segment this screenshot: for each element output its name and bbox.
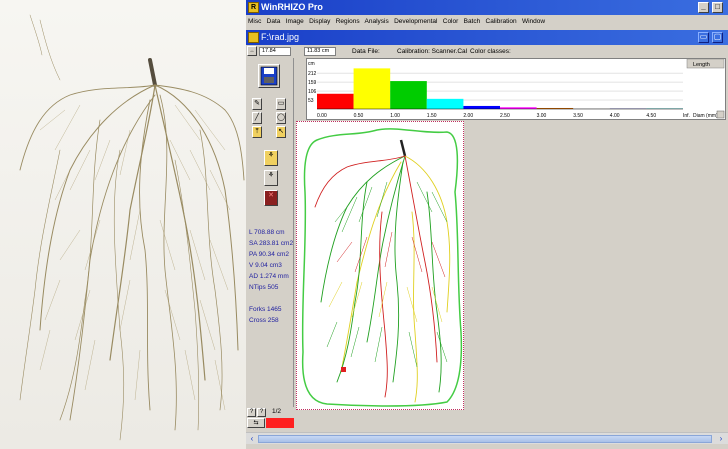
- stat-avg-diameter: AD 1.274 mm: [249, 273, 289, 280]
- histogram-pane: 212 159 106 53 cm 0.00 0.50 1.00 1.50 2.00 2.50 3.0…: [306, 58, 726, 120]
- histogram-chart: 212 159 106 53 cm 0.00 0.50 1.00 1.50 2.00 2.50 3.0…: [308, 58, 725, 119]
- stat-volume: V 9.04 cm3: [249, 262, 282, 269]
- y-tick-label: 106: [308, 89, 317, 95]
- color-swatch[interactable]: [266, 418, 294, 428]
- app-title: WinRHIZO Pro: [261, 2, 323, 12]
- x-tick-label: 4.00: [610, 113, 620, 119]
- document-title: F:\rad.jpg: [261, 32, 300, 42]
- app-window: R WinRHIZO Pro _ □ Misc Data Image Displ…: [246, 0, 728, 449]
- maximize-button[interactable]: □: [712, 2, 723, 13]
- horizontal-scrollbar[interactable]: ‹ ›: [246, 432, 728, 444]
- histogram-bar: [426, 98, 464, 109]
- ruler-icon[interactable]: ↔: [247, 46, 257, 56]
- pager-strip: ? ? 1/2 ⇆: [246, 407, 294, 429]
- save-button[interactable]: [258, 64, 280, 88]
- select-tool-icon[interactable]: ↖: [276, 126, 286, 138]
- histogram-bar: [317, 93, 354, 109]
- menu-data[interactable]: Data: [267, 18, 281, 25]
- x-tick-label: 1.50: [427, 113, 437, 119]
- stat-tips: NTips 505: [249, 284, 279, 291]
- x-tick-label: Diam (mm): [693, 113, 718, 119]
- menu-batch[interactable]: Batch: [464, 18, 481, 25]
- scrollbar-thumb[interactable]: [258, 435, 712, 443]
- stat-forks: Forks 1465: [249, 306, 282, 313]
- y-tick-label: 212: [308, 71, 317, 77]
- x-tick-label: 2.00: [463, 113, 473, 119]
- data-file-label: Data File:: [352, 48, 380, 55]
- y-unit-label: cm: [308, 61, 315, 67]
- root-photo: [0, 0, 246, 449]
- document-titlebar: F:\rad.jpg ▭ ▢: [246, 30, 728, 45]
- x-tick-label: 3.50: [573, 113, 583, 119]
- rect-tool-icon[interactable]: ▭: [276, 98, 286, 110]
- menu-regions[interactable]: Regions: [336, 18, 360, 25]
- document-icon: [248, 32, 259, 43]
- topology-icon[interactable]: ⚘: [264, 170, 278, 186]
- menu-calibration[interactable]: Calibration: [486, 18, 517, 25]
- app-titlebar: R WinRHIZO Pro _ □: [246, 0, 728, 15]
- x-tick-label: 2.50: [500, 113, 510, 119]
- prev-page-button[interactable]: ?: [247, 408, 256, 417]
- help-button[interactable]: ?: [257, 408, 266, 417]
- menu-image[interactable]: Image: [286, 18, 304, 25]
- floppy-disk-icon: [260, 66, 278, 86]
- x-tick-label: Inf.: [683, 113, 690, 119]
- measure-tool-icon[interactable]: ⤒: [252, 126, 262, 138]
- page-indicator: 1/2: [272, 408, 282, 415]
- measure-field-2[interactable]: 11.83 cm: [304, 47, 336, 56]
- x-tick-label: 4.50: [646, 113, 656, 119]
- tool-panel: ✎ ▭ ╱ ◯ ⤒ ↖ ⚘ ⚘ ✕ L 708.88 cm SA 283.81 …: [246, 58, 294, 416]
- spinner-button: [716, 110, 725, 119]
- x-tick-label: 3.00: [537, 113, 547, 119]
- scroll-right-arrow-icon[interactable]: ›: [716, 434, 726, 444]
- scroll-left-arrow-icon[interactable]: ‹: [247, 434, 257, 444]
- x-tick-label: 0.50: [354, 113, 364, 119]
- menu-analysis[interactable]: Analysis: [365, 18, 389, 25]
- root-analysis-icon[interactable]: ⚘: [264, 150, 278, 166]
- x-tick-label: 1.00: [390, 113, 400, 119]
- exclude-icon[interactable]: ✕: [264, 190, 278, 206]
- analyzed-image-pane[interactable]: [296, 121, 464, 410]
- histogram-bar: [390, 81, 427, 109]
- x-tick-label: 0.00: [317, 113, 327, 119]
- ellipse-tool-icon[interactable]: ◯: [276, 112, 286, 124]
- analyzed-root-image: [301, 128, 463, 407]
- doc-minimize-button[interactable]: ▭: [698, 32, 709, 43]
- menu-window[interactable]: Window: [522, 18, 545, 25]
- menubar: Misc Data Image Display Regions Analysis…: [246, 15, 728, 29]
- menu-display[interactable]: Display: [309, 18, 330, 25]
- menu-developmental[interactable]: Developmental: [394, 18, 437, 25]
- y-tick-label: 53: [308, 98, 314, 104]
- stat-length: L 708.88 cm: [249, 229, 285, 236]
- menu-color[interactable]: Color: [443, 18, 459, 25]
- measure-field-1[interactable]: 17.84: [259, 47, 291, 56]
- length-dropdown-label: Length: [693, 62, 710, 68]
- calibration-label: Calibration: Scanner.Cal: [397, 48, 468, 55]
- doc-restore-button[interactable]: ▢: [712, 32, 723, 43]
- stat-crossings: Cross 258: [249, 317, 279, 324]
- marker-square: [341, 367, 346, 372]
- app-logo-icon: R: [248, 2, 259, 13]
- root-photo-image: [0, 0, 246, 449]
- line-tool-icon[interactable]: ╱: [252, 112, 262, 124]
- sliders-icon[interactable]: ⇆: [247, 418, 265, 428]
- menu-misc[interactable]: Misc: [248, 18, 261, 25]
- stat-projected-area: PA 90.34 cm2: [249, 251, 289, 258]
- histogram-bar: [353, 68, 391, 109]
- stat-surface-area: SA 283.81 cm2: [249, 240, 294, 247]
- pencil-tool-icon[interactable]: ✎: [252, 98, 262, 110]
- minimize-button[interactable]: _: [698, 2, 709, 13]
- info-bar: ↔ 17.84 11.83 cm Data File: Calibration:…: [246, 46, 728, 57]
- histogram-bar: [463, 105, 500, 109]
- color-classes-label: Color classes:: [470, 48, 511, 55]
- y-tick-label: 159: [308, 80, 317, 86]
